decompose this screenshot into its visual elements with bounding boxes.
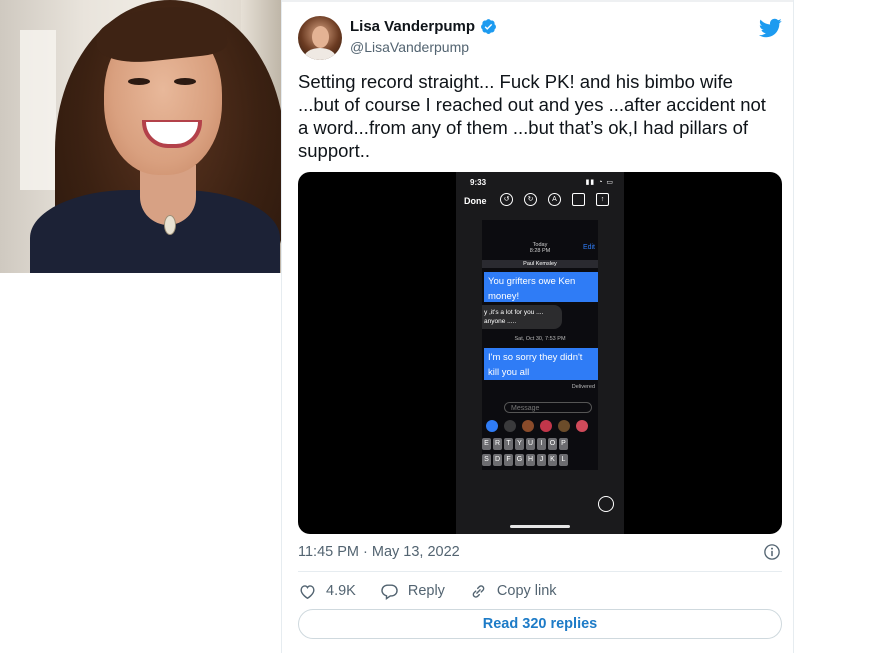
tweet-timestamp[interactable]: 11:45 PM · May 13, 2022	[298, 544, 460, 560]
copy-link-label: Copy link	[496, 583, 557, 599]
keyboard-row-1: ERTYUIOP	[482, 438, 598, 450]
left-eye	[128, 78, 150, 85]
keyboard-key: R	[493, 438, 502, 450]
window-background	[20, 30, 56, 190]
keyboard-key: F	[504, 454, 513, 466]
top-border	[282, 0, 793, 2]
markup-icon: A	[548, 193, 561, 206]
keyboard-key: L	[559, 454, 568, 466]
tweet-media[interactable]: 9:33 ▮▮ ◔ ▭ Done ↺ ↻ A ↑ Today 8:28 PM E…	[298, 172, 782, 534]
keyboard-key: P	[559, 438, 568, 450]
undo-icon: ↺	[500, 193, 513, 206]
imessage-apps-row	[486, 420, 588, 432]
like-count: 4.9K	[326, 583, 356, 599]
twitter-bird-icon[interactable]	[758, 16, 782, 40]
author-name[interactable]: Lisa Vanderpump	[350, 18, 475, 35]
author-avatar[interactable]	[298, 16, 342, 60]
trash-icon	[572, 193, 585, 206]
reply-label: Reply	[407, 583, 445, 599]
scan-icon	[598, 496, 614, 512]
contact-name: Paul Kemsley	[482, 260, 598, 268]
message-input: Message	[504, 402, 592, 413]
tweet-card: Lisa Vanderpump @LisaVanderpump Setting …	[281, 0, 794, 653]
phone-status-icons: ▮▮ ◔ ▭	[585, 179, 614, 186]
keyboard-key: K	[548, 454, 557, 466]
message-bubble-gray: y ,it's a lot for you .... anyone .....	[482, 305, 562, 329]
keyboard-key: U	[526, 438, 535, 450]
keyboard-key: O	[548, 438, 557, 450]
divider	[298, 571, 782, 572]
share-icon: ↑	[596, 193, 609, 206]
copy-link-button[interactable]: Copy link	[469, 582, 557, 601]
heart-icon	[300, 584, 315, 599]
phone-markup-tools: ↺ ↻ A ↑	[500, 193, 609, 206]
keyboard-key: S	[482, 454, 491, 466]
message-date-2: Sat, Oct 30, 7:53 PM	[514, 336, 566, 342]
keyboard-key: T	[504, 438, 513, 450]
delivered-label: Delivered	[571, 384, 595, 390]
thread-date: Today 8:28 PM	[529, 242, 551, 254]
info-icon[interactable]	[763, 543, 781, 561]
phone-status-time: 9:33	[470, 178, 487, 187]
keyboard-key: D	[493, 454, 502, 466]
phone-done-label: Done	[464, 196, 487, 206]
verified-icon	[481, 19, 496, 34]
keyboard-key: G	[515, 454, 524, 466]
keyboard-key: E	[482, 438, 491, 450]
message-bubble-2: I'm so sorry they didn't kill you all	[484, 348, 598, 380]
home-indicator	[510, 525, 570, 528]
author-handle[interactable]: @LisaVanderpump	[350, 39, 469, 55]
read-replies-button[interactable]: Read 320 replies	[298, 609, 782, 639]
keyboard-key: Y	[515, 438, 524, 450]
profile-photo	[0, 0, 281, 273]
keyboard-key: I	[537, 438, 546, 450]
redo-icon: ↻	[524, 193, 537, 206]
message-bubble-1: You grifters owe Ken money!	[484, 272, 598, 302]
right-eye	[174, 78, 196, 85]
link-icon	[472, 584, 485, 598]
keyboard-key: H	[526, 454, 535, 466]
phone-keyboard: ERTYUIOP SDFGHJKL	[482, 438, 598, 470]
phone-screenshot: 9:33 ▮▮ ◔ ▭ Done ↺ ↻ A ↑ Today 8:28 PM E…	[456, 172, 624, 534]
imessage-screen: Today 8:28 PM Edit Paul Kemsley You grif…	[482, 220, 598, 470]
tweet-text: Setting record straight... Fuck PK! and …	[298, 71, 766, 161]
edit-label: Edit	[582, 244, 595, 251]
author-name-row[interactable]: Lisa Vanderpump	[350, 18, 497, 35]
keyboard-row-2: SDFGHJKL	[482, 454, 598, 466]
reply-button[interactable]: Reply	[380, 582, 445, 601]
keyboard-key: J	[537, 454, 546, 466]
like-button[interactable]: 4.9K	[298, 582, 356, 601]
pendant-shape	[164, 215, 176, 235]
tweet-actions: 4.9K Reply Copy link	[298, 580, 581, 602]
reply-icon	[381, 583, 398, 600]
